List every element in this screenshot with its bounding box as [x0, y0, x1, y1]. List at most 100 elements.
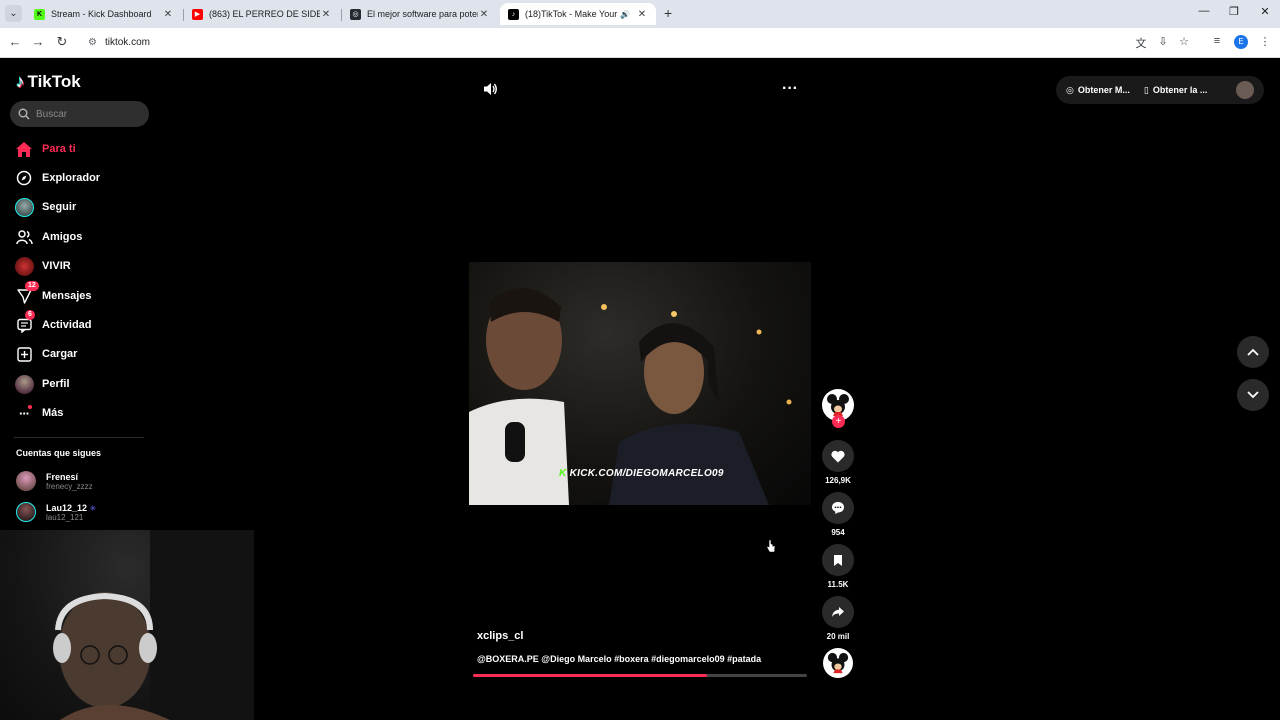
address-bar[interactable]: ⚙ tiktok.com — [80, 31, 1204, 54]
user-avatar[interactable] — [1236, 81, 1254, 99]
search-icon — [18, 108, 30, 120]
tab-title: Stream - Kick Dashboard — [51, 9, 152, 19]
comment-icon[interactable] — [822, 492, 854, 524]
comment-action[interactable]: 954 — [822, 492, 854, 537]
get-app-button[interactable]: ▯ Obtener la ... — [1144, 85, 1207, 96]
avatar — [16, 471, 36, 491]
tab-title: El mejor software para potenci — [367, 9, 478, 19]
get-coins-button[interactable]: ◎ Obtener M... — [1066, 85, 1130, 96]
reload-button[interactable]: ↻ — [53, 34, 71, 50]
back-button[interactable]: ← — [6, 34, 24, 49]
close-tab-icon[interactable]: ✕ — [478, 9, 490, 20]
bookmark-icon[interactable] — [822, 544, 854, 576]
tab-search-button[interactable]: ⌄ — [5, 5, 22, 22]
more-icon: ··· — [14, 403, 34, 423]
nav-seguir[interactable]: Seguir — [14, 196, 76, 218]
coin-icon: ◎ — [1066, 84, 1074, 95]
reading-list-icon[interactable]: ≡ — [1209, 35, 1225, 47]
webcam-overlay — [0, 530, 254, 720]
kick-icon: K — [559, 468, 567, 479]
close-window-button[interactable]: ✕ — [1250, 5, 1280, 18]
translate-icon[interactable]: 文 — [1133, 35, 1149, 51]
restore-button[interactable]: ❐ — [1219, 5, 1249, 18]
nav-label: VIVIR — [42, 260, 71, 272]
tiktok-logo[interactable]: ♪ TikTok — [16, 72, 81, 92]
account-username: lau12_121 — [46, 512, 84, 522]
chevron-down-icon — [1247, 391, 1259, 399]
account-name: Frenesí — [46, 471, 79, 482]
bookmark-star-icon[interactable]: ☆ — [1176, 35, 1192, 48]
share-action[interactable]: 20 mil — [822, 596, 854, 641]
following-account[interactable]: Frenesí frenecy_zzzz — [16, 471, 93, 491]
nav-cargar[interactable]: Cargar — [14, 343, 77, 365]
search-input[interactable]: Buscar — [10, 101, 149, 127]
account-username: frenecy_zzzz — [46, 481, 93, 491]
nav-perfil[interactable]: Perfil — [14, 373, 70, 395]
messages-badge: 12 — [25, 281, 39, 291]
nav-para-ti[interactable]: Para ti — [14, 138, 76, 160]
install-app-icon[interactable]: ⇩ — [1155, 35, 1171, 48]
browser-tab-kick[interactable]: K Stream - Kick Dashboard ✕ — [26, 3, 182, 25]
more-options-icon[interactable]: ··· — [782, 80, 798, 98]
close-tab-icon[interactable]: ✕ — [636, 9, 648, 20]
top-right-actions: ◎ Obtener M... ▯ Obtener la ... — [1056, 76, 1264, 104]
new-tab-button[interactable]: + — [664, 5, 672, 21]
nav-explorador[interactable]: Explorador — [14, 167, 100, 189]
browser-tab-youtube[interactable]: ▶ (863) EL PERREO DE SIDERAL 1 ✕ — [184, 3, 340, 25]
speaker-icon[interactable]: 🔊 — [620, 10, 630, 19]
youtube-icon: ▶ — [192, 8, 203, 20]
nav-label: Amigos — [42, 231, 83, 243]
music-disc-avatar[interactable] — [823, 648, 853, 678]
like-action[interactable]: 126,9K — [822, 440, 854, 485]
following-section-title: Cuentas que sigues — [16, 448, 102, 458]
save-count: 11.5K — [827, 580, 849, 589]
nav-actividad[interactable]: 6 Actividad — [14, 310, 92, 336]
video-player[interactable]: K KICK.COM/DIEGOMARCELO09 — [469, 262, 811, 505]
share-icon[interactable] — [822, 596, 854, 628]
logo-text: TikTok — [27, 72, 81, 91]
following-avatar-slot — [14, 197, 34, 217]
nav-mas[interactable]: ··· Más — [14, 402, 63, 424]
video-overlay-text: K KICK.COM/DIEGOMARCELO09 — [559, 468, 724, 479]
nav-vivir[interactable]: VIVIR — [14, 255, 71, 277]
account-name: Lau12_12 ✳ — [46, 502, 97, 513]
site-info-icon[interactable]: ⚙ — [88, 37, 97, 48]
nav-label: Perfil — [42, 378, 70, 390]
activity-badge: 6 — [25, 310, 35, 320]
browser-menu-icon[interactable]: ⋮ — [1257, 35, 1273, 48]
follow-button[interactable]: + — [832, 415, 845, 428]
github-icon: ◎ — [350, 8, 361, 20]
browser-tab-tiktok[interactable]: ♪ (18)TikTok - Make Your Day 🔊 ✕ — [500, 3, 656, 25]
nav-label: Mensajes — [42, 290, 92, 302]
tiktok-note-icon: ♪ — [16, 72, 25, 91]
video-creator-name[interactable]: xclips_cl — [477, 630, 523, 642]
save-action[interactable]: 11.5K — [822, 544, 854, 589]
following-account[interactable]: Lau12_12 ✳ lau12_121 — [16, 502, 96, 522]
nav-label: Cargar — [42, 348, 78, 360]
close-tab-icon[interactable]: ✕ — [320, 9, 332, 20]
video-progress-bar[interactable] — [473, 674, 807, 677]
browser-toolbar: ← → ↻ ⚙ tiktok.com 文 ⇩ ☆ ≡ ⋮ — [0, 28, 1280, 58]
nav-amigos[interactable]: Amigos — [14, 226, 82, 248]
nav-label: Explorador — [42, 172, 101, 184]
browser-profile-avatar[interactable]: E — [1234, 35, 1248, 49]
browser-tab-github[interactable]: ◎ El mejor software para potenci ✕ — [342, 3, 498, 25]
volume-icon[interactable] — [483, 82, 498, 99]
tab-title: (863) EL PERREO DE SIDERAL 1 — [209, 9, 320, 19]
nav-mensajes[interactable]: 12 Mensajes — [14, 281, 92, 307]
share-count: 20 mil — [826, 632, 850, 641]
close-tab-icon[interactable]: ✕ — [162, 9, 174, 20]
heart-icon[interactable] — [822, 440, 854, 472]
nav-label: Actividad — [42, 319, 92, 331]
overlay-text: KICK.COM/DIEGOMARCELO09 — [569, 468, 724, 479]
video-description[interactable]: @BOXERA.PE @Diego Marcelo #boxera #diego… — [477, 654, 761, 664]
video-progress-fill — [473, 674, 707, 677]
nav-label: Para ti — [42, 143, 76, 155]
minimize-button[interactable]: — — [1189, 5, 1219, 17]
upload-icon — [14, 344, 34, 364]
next-video-button[interactable] — [1237, 379, 1269, 411]
previous-video-button[interactable] — [1237, 336, 1269, 368]
forward-button[interactable]: → — [29, 34, 47, 49]
chevron-up-icon — [1247, 348, 1259, 356]
avatar — [14, 197, 34, 217]
